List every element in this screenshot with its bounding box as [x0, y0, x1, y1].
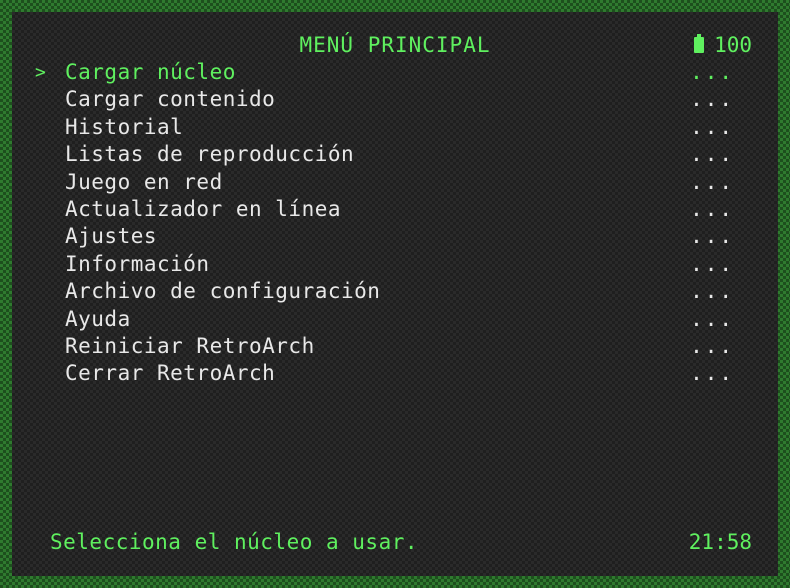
- menu-item-label: Listas de reproducción: [65, 142, 355, 167]
- menu-screen: MENÚ PRINCIPAL 100 > Cargar núcleo ... C…: [12, 12, 778, 576]
- menu-item-cargar-nucleo[interactable]: > Cargar núcleo ...: [12, 59, 778, 86]
- menu-item-ayuda[interactable]: Ayuda ...: [12, 306, 778, 333]
- menu-item-value: ...: [690, 333, 734, 358]
- menu-item-label: Cargar contenido: [65, 87, 276, 112]
- menu-item-label: Juego en red: [65, 169, 223, 194]
- clock: 21:58: [688, 530, 752, 554]
- menu-item-label: Archivo de configuración: [65, 279, 381, 304]
- menu-item-value: ...: [690, 224, 734, 249]
- menu-item-label: Reiniciar RetroArch: [65, 333, 315, 358]
- menu-item-value: ...: [690, 142, 734, 167]
- menu-item-label: Actualizador en línea: [65, 196, 342, 221]
- battery-indicator: 100: [694, 33, 752, 57]
- menu-item-value: ...: [690, 60, 734, 84]
- menu-item-value: ...: [690, 361, 734, 386]
- menu-item-value: ...: [690, 169, 734, 194]
- page-title: MENÚ PRINCIPAL: [299, 33, 491, 57]
- menu-item-listas-de-reproduccion[interactable]: Listas de reproducción ...: [12, 141, 778, 168]
- main-menu-list: > Cargar núcleo ... Cargar contenido ...…: [12, 59, 778, 388]
- menu-item-value: ...: [690, 251, 734, 276]
- menu-item-value: ...: [690, 196, 734, 221]
- menu-item-ajustes[interactable]: Ajustes ...: [12, 223, 778, 250]
- menu-item-value: ...: [690, 306, 734, 331]
- battery-icon: [694, 34, 705, 53]
- menu-item-reiniciar-retroarch[interactable]: Reiniciar RetroArch ...: [12, 333, 778, 360]
- menu-item-value: ...: [690, 279, 734, 304]
- menu-item-value: ...: [690, 114, 734, 139]
- menu-item-label: Ajustes: [65, 224, 158, 249]
- menu-item-historial[interactable]: Historial ...: [12, 114, 778, 141]
- menu-item-juego-en-red[interactable]: Juego en red ...: [12, 169, 778, 196]
- menu-item-label: Cerrar RetroArch: [65, 361, 276, 386]
- selection-cursor: >: [35, 62, 47, 83]
- menu-item-label: Historial: [65, 114, 184, 139]
- menu-item-informacion[interactable]: Información ...: [12, 251, 778, 278]
- menu-item-value: ...: [690, 87, 734, 112]
- menu-item-label: Ayuda: [65, 306, 131, 331]
- menu-item-actualizador-en-linea[interactable]: Actualizador en línea ...: [12, 196, 778, 223]
- battery-level: 100: [714, 33, 752, 57]
- menu-item-cerrar-retroarch[interactable]: Cerrar RetroArch ...: [12, 360, 778, 387]
- border-frame: MENÚ PRINCIPAL 100 > Cargar núcleo ... C…: [0, 0, 790, 588]
- menu-item-archivo-de-configuracion[interactable]: Archivo de configuración ...: [12, 278, 778, 305]
- menu-item-cargar-contenido[interactable]: Cargar contenido ...: [12, 86, 778, 113]
- menu-item-label: Cargar núcleo: [65, 60, 236, 84]
- sublabel-text: Selecciona el núcleo a usar.: [50, 530, 419, 554]
- menu-item-label: Información: [65, 251, 210, 276]
